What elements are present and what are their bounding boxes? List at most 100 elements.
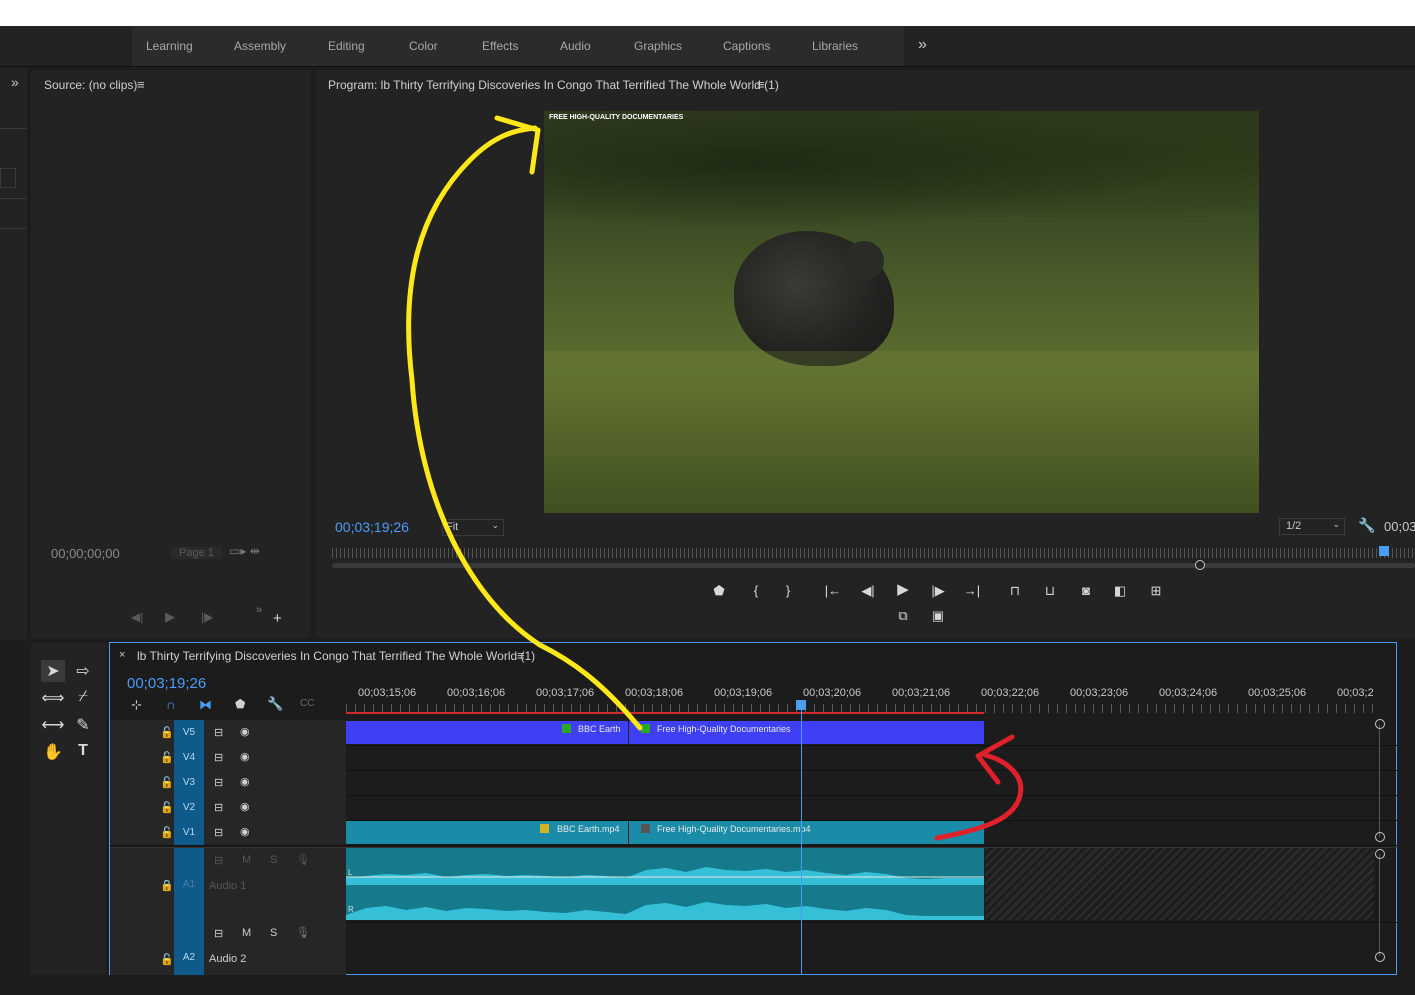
- track-name[interactable]: V2: [174, 795, 204, 820]
- lock-icon[interactable]: 🔓: [160, 776, 174, 789]
- sync-lock-icon[interactable]: ⊟: [214, 927, 223, 940]
- panel-expand-icon[interactable]: »: [11, 74, 19, 90]
- timeline-settings-icon[interactable]: 🔧: [267, 696, 283, 712]
- program-time-ruler[interactable]: [332, 548, 1415, 558]
- tab-learning[interactable]: Learning: [146, 39, 193, 53]
- track-name[interactable]: A1: [174, 848, 204, 922]
- timeline-close-icon[interactable]: ×: [119, 649, 125, 661]
- fit-select[interactable]: Fit ⌄: [442, 519, 504, 536]
- nest-sequence-icon[interactable]: ⊹: [131, 697, 142, 713]
- wrench-icon[interactable]: 🔧: [1358, 517, 1375, 534]
- clip-a1-audio[interactable]: L R: [346, 848, 984, 920]
- tab-effects[interactable]: Effects: [482, 39, 518, 53]
- solo-button[interactable]: S: [270, 854, 277, 866]
- comparison-view-icon[interactable]: ◧: [1110, 582, 1130, 600]
- lock-icon[interactable]: 🔓: [160, 826, 174, 839]
- captions-icon[interactable]: CC: [300, 698, 314, 709]
- lock-icon[interactable]: 🔓: [160, 751, 174, 764]
- track-select-tool-icon[interactable]: ⇨: [71, 661, 95, 681]
- source-step-fwd-icon[interactable]: |▶: [201, 610, 213, 624]
- play-icon[interactable]: ▶: [893, 581, 913, 599]
- go-to-out-icon[interactable]: →|: [962, 582, 982, 600]
- lock-icon[interactable]: 🔒: [160, 879, 174, 892]
- audio-scroll-track[interactable]: [1379, 854, 1380, 956]
- source-menu-icon[interactable]: ≡: [137, 77, 145, 92]
- timeline-timecode[interactable]: 00;03;19;26: [127, 675, 206, 692]
- add-marker-icon[interactable]: ⬟: [235, 697, 245, 711]
- lock-icon[interactable]: 🔓: [160, 801, 174, 814]
- tab-audio[interactable]: Audio: [560, 39, 591, 53]
- export-frame-icon[interactable]: ◙: [1076, 582, 1096, 600]
- microphone-icon[interactable]: 🎙: [296, 926, 310, 939]
- clip-v5-graphic[interactable]: BBC Earth Free High-Quality Documentarie…: [346, 721, 984, 744]
- pen-tool-icon[interactable]: ✎: [71, 715, 95, 735]
- timeline-playhead-handle[interactable]: [796, 700, 806, 710]
- linked-selection-icon[interactable]: ⧓: [199, 697, 212, 713]
- mark-in-icon[interactable]: {: [746, 582, 766, 600]
- microphone-icon[interactable]: 🎙: [296, 853, 310, 866]
- sync-lock-icon[interactable]: ⊟: [214, 751, 223, 764]
- tab-color[interactable]: Color: [409, 39, 438, 53]
- step-back-icon[interactable]: ◀|: [858, 582, 878, 600]
- track-name[interactable]: A2: [174, 921, 204, 975]
- track-name[interactable]: V3: [174, 770, 204, 795]
- eye-icon[interactable]: ◉: [240, 725, 250, 738]
- lock-icon[interactable]: 🔓: [160, 953, 174, 966]
- hand-tool-icon[interactable]: ✋: [41, 742, 65, 762]
- slip-tool-icon[interactable]: ⟷: [41, 715, 65, 735]
- button-editor-icon[interactable]: ⊞: [1146, 582, 1166, 600]
- lift-icon[interactable]: ⊓: [1005, 582, 1025, 600]
- scroll-handle-top[interactable]: [1375, 719, 1385, 729]
- step-forward-icon[interactable]: |▶: [928, 582, 948, 600]
- sync-lock-icon[interactable]: ⊟: [214, 776, 223, 789]
- go-to-in-icon[interactable]: |←: [823, 582, 843, 600]
- program-timecode[interactable]: 00;03;19;26: [335, 519, 409, 535]
- sync-lock-icon[interactable]: ⊟: [214, 854, 223, 867]
- track-name[interactable]: V1: [174, 820, 204, 845]
- type-tool-icon[interactable]: T: [71, 742, 95, 760]
- eye-icon[interactable]: ◉: [240, 800, 250, 813]
- track-name[interactable]: V5: [174, 720, 204, 745]
- extract-icon[interactable]: ⊔: [1040, 582, 1060, 600]
- multicam-icon[interactable]: ⧉: [893, 607, 913, 625]
- page-select[interactable]: Page 1: [171, 547, 222, 559]
- selection-tool-icon[interactable]: ➤: [41, 661, 65, 681]
- source-fit-icon[interactable]: ▭▸ ⇹: [229, 544, 260, 558]
- workspace-overflow-icon[interactable]: »: [918, 36, 927, 54]
- mark-out-icon[interactable]: }: [778, 582, 798, 600]
- tab-captions[interactable]: Captions: [723, 39, 770, 53]
- zoom-handle[interactable]: [1195, 560, 1205, 570]
- tab-libraries[interactable]: Libraries: [812, 39, 858, 53]
- sync-lock-icon[interactable]: ⊟: [214, 826, 223, 839]
- sync-lock-icon[interactable]: ⊟: [214, 726, 223, 739]
- tab-editing[interactable]: Editing: [328, 39, 365, 53]
- snap-icon[interactable]: ∩: [166, 697, 175, 712]
- program-video-frame[interactable]: FREE HIGH-QUALITY DOCUMENTARIES: [544, 111, 1259, 513]
- lock-icon[interactable]: 🔓: [160, 726, 174, 739]
- mute-button[interactable]: M: [242, 854, 251, 866]
- tab-graphics[interactable]: Graphics: [634, 39, 682, 53]
- source-more-icon[interactable]: »: [256, 604, 262, 616]
- audio-scroll-handle-top[interactable]: [1375, 849, 1385, 859]
- eye-icon[interactable]: ◉: [240, 750, 250, 763]
- safe-margins-icon[interactable]: ▣: [928, 607, 948, 625]
- clip-v1-video[interactable]: BBC Earth.mp4 Free High-Quality Document…: [346, 821, 984, 844]
- add-marker-icon[interactable]: ⬟: [709, 582, 729, 600]
- vertical-scroll-track[interactable]: [1379, 724, 1380, 837]
- program-playhead[interactable]: [1379, 546, 1389, 556]
- eye-icon[interactable]: ◉: [240, 775, 250, 788]
- ripple-edit-tool-icon[interactable]: ⟺: [41, 688, 65, 708]
- eye-icon[interactable]: ◉: [240, 825, 250, 838]
- source-timecode[interactable]: 00;00;00;00: [51, 546, 120, 561]
- sync-lock-icon[interactable]: ⊟: [214, 801, 223, 814]
- program-menu-icon[interactable]: ≡: [757, 77, 765, 92]
- dropdown-stub[interactable]: [0, 168, 16, 188]
- track-name[interactable]: V4: [174, 745, 204, 770]
- program-zoom-bar[interactable]: [332, 563, 1415, 568]
- scroll-handle-bottom[interactable]: [1375, 832, 1385, 842]
- source-step-back-icon[interactable]: ◀|: [131, 610, 143, 624]
- timeline-menu-icon[interactable]: ≡: [517, 648, 525, 663]
- audio-scroll-handle-bottom[interactable]: [1375, 952, 1385, 962]
- tab-assembly[interactable]: Assembly: [234, 39, 286, 53]
- resolution-select[interactable]: 1/2 ⌄: [1279, 518, 1345, 535]
